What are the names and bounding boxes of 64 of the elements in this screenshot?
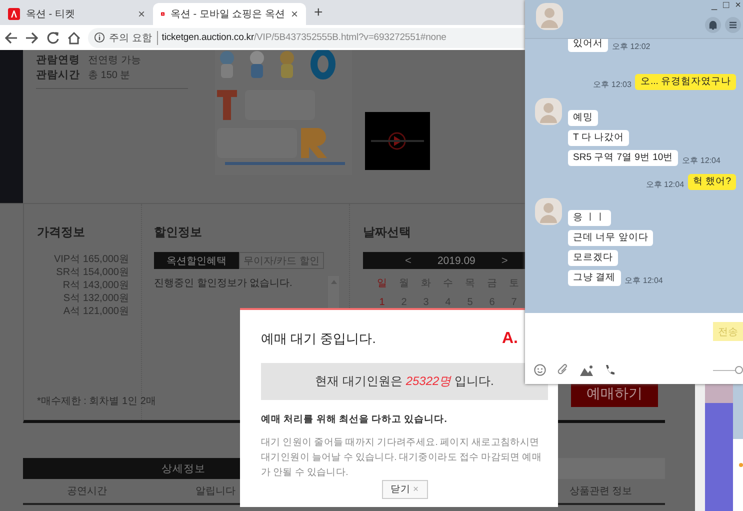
notice-text: 예매 처리를 위해 최선을 다하고 있습니다.	[261, 413, 448, 426]
logo: A.	[502, 330, 518, 348]
empty-message: 진행중인 할인정보가 없습니다.	[154, 277, 292, 291]
section-title: 날짜선택	[363, 224, 412, 241]
home-icon[interactable]	[67, 30, 81, 44]
message-bubble: T 다 나갔어	[568, 130, 629, 146]
price-row: VIP석 165,000원	[54, 253, 129, 266]
message-bubble: 모르겠다	[568, 250, 618, 266]
message-bubble: 그냥 결제	[568, 270, 621, 286]
sub-tab[interactable]: 공연시간	[23, 484, 152, 498]
message-bubble: 헉 했어?	[688, 174, 736, 190]
info-value: 전연령 가능	[88, 54, 141, 66]
section-title: 가격정보	[37, 224, 86, 241]
close-icon[interactable]: ×	[290, 7, 298, 21]
month-label: 2019.09	[437, 254, 476, 266]
message-bubble: 있어서	[568, 39, 608, 52]
window-control[interactable]: ×	[735, 0, 741, 11]
message-bubble: 예밍	[568, 110, 598, 126]
favicon-icon	[8, 8, 20, 20]
message-bubble: SR5 구역 7열 9번 10번	[568, 150, 678, 166]
reload-icon[interactable]	[46, 30, 60, 44]
message-time: 오후 12:04	[646, 179, 684, 190]
purchase-limit-note: *매수제한 : 회차별 1인 2매	[37, 395, 156, 408]
security-label: 주의 요함	[109, 30, 158, 44]
section-title: 할인정보	[154, 224, 203, 241]
prev-month-button[interactable]: <	[405, 254, 412, 266]
paperclip-icon[interactable]	[557, 364, 569, 376]
url-text: ticketgen.auction.co.kr/VIP/5B437352555B.html?v=693272551#none	[162, 32, 446, 43]
menu-icon[interactable]	[725, 17, 741, 33]
back-icon[interactable]	[4, 30, 18, 44]
emoji-icon[interactable]	[534, 364, 546, 376]
info-label: 관람연령	[36, 52, 80, 66]
info-label: 관람시간	[36, 68, 80, 82]
price-row: S석 132,000원	[63, 292, 129, 305]
forward-icon[interactable]	[25, 30, 39, 44]
next-month-button[interactable]: >	[501, 254, 508, 266]
browser-tab[interactable]: 옥션 - 티켓 ×	[0, 3, 153, 25]
close-icon[interactable]: ×	[138, 7, 145, 21]
queue-count-text: 현재 대기인원은 25322명 입니다.	[315, 373, 494, 390]
price-row: A석 121,000원	[63, 305, 129, 318]
close-button[interactable]: 닫기 ×	[382, 480, 428, 499]
bell-icon[interactable]	[705, 17, 721, 33]
message-time: 오후 12:04	[682, 155, 720, 166]
avatar-icon	[536, 3, 563, 30]
window-control[interactable]: □	[723, 0, 730, 11]
image-icon[interactable]	[580, 364, 593, 376]
message-bubble: 근데 너무 앞이다	[568, 230, 654, 246]
price-row: SR석 154,000원	[56, 266, 129, 279]
browser-tab[interactable]: 옥션 - 모바일 쇼핑은 옥션 ×	[153, 3, 306, 25]
message-bubble: 응 ㅣㅣ	[568, 210, 611, 226]
info-value: 총 150 분	[88, 68, 130, 82]
price-row: R석 143,000원	[62, 279, 129, 292]
discount-tab[interactable]: 옥션할인혜택	[154, 252, 239, 269]
message-time: 오후 12:04	[624, 275, 663, 286]
new-tab-button[interactable]: +	[314, 4, 323, 21]
weekday-label: 일	[376, 277, 388, 290]
tab-title: 옥션 - 모바일 쇼핑은 옥션	[170, 8, 285, 21]
phone-icon[interactable]	[604, 364, 615, 376]
dialog-title: 예매 대기 중입니다.	[261, 330, 376, 348]
info-icon	[94, 32, 105, 43]
message-time: 오후 12:03	[593, 79, 632, 90]
tab-title: 옥션 - 티켓	[26, 8, 76, 21]
message-bubble: 오... 유경험자였구나	[635, 74, 736, 90]
window-control[interactable]: _	[712, 0, 718, 11]
